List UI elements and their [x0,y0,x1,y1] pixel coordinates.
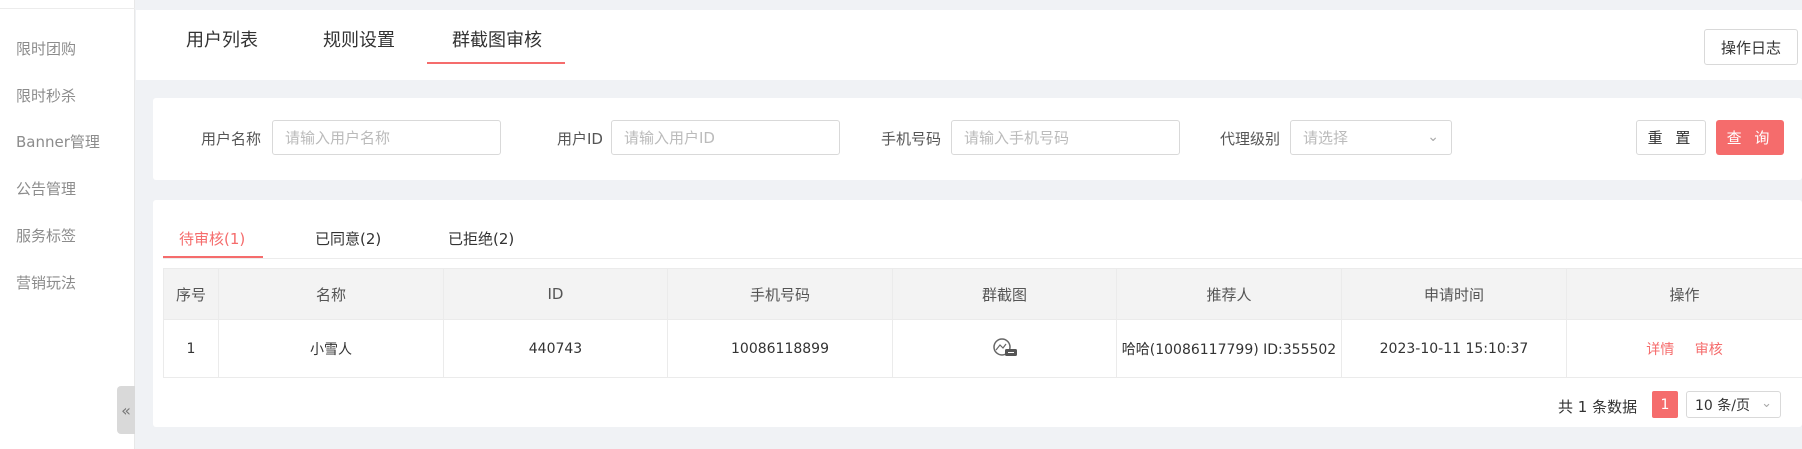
review-table-panel: 待审核(1) 已同意(2) 已拒绝(2) 序号 名称 ID 手机号码 群截图 推… [153,200,1802,427]
header-name: 名称 [218,268,444,320]
collapse-sidebar-icon[interactable]: « [117,386,135,434]
agent-level-select[interactable]: 请选择 ⌄ [1290,120,1452,155]
table-header-row: 序号 名称 ID 手机号码 群截图 推荐人 申请时间 操作 [163,268,1802,320]
table-row: 1 小雪人 440743 10086118899 哈哈(10086117799)… [163,319,1802,378]
filter-panel: 用户名称 请输入用户名称 用户ID 请输入用户ID 手机号码 请输入手机号码 代… [153,98,1802,180]
review-link[interactable]: 审核 [1695,342,1723,358]
header-index: 序号 [163,268,219,320]
chevron-down-icon: ⌄ [1427,129,1439,145]
sidebar-item-group-buy[interactable]: 限时团购 [16,38,76,59]
header-id: ID [443,268,668,320]
header-actions: 操作 [1566,268,1802,320]
header-phone: 手机号码 [667,268,893,320]
divider [163,258,1802,259]
tab-approved[interactable]: 已同意(2) [315,228,381,249]
user-id-label: 用户ID [557,130,603,148]
tab-rejected[interactable]: 已拒绝(2) [448,228,514,249]
sidebar-item-notice[interactable]: 公告管理 [16,178,76,199]
page-size-select[interactable]: 10 条/页 ⌄ [1686,391,1781,418]
sidebar: 限时团购 限时秒杀 Banner管理 公告管理 服务标签 营销玩法 « [0,0,135,449]
phone-label: 手机号码 [881,130,942,148]
header-apply-time: 申请时间 [1341,268,1567,320]
tab-user-list[interactable]: 用户列表 [186,26,258,52]
divider [0,8,135,9]
phone-input[interactable]: 请输入手机号码 [951,120,1180,155]
sidebar-item-service-tags[interactable]: 服务标签 [16,225,76,246]
image-thumbnail-icon[interactable] [991,336,1019,358]
sidebar-item-marketing[interactable]: 营销玩法 [16,272,76,293]
tab-screenshot-review[interactable]: 群截图审核 [452,26,542,52]
cell-screenshot [892,319,1117,378]
query-button[interactable]: 查 询 [1716,120,1784,155]
header-screenshot: 群截图 [892,268,1117,320]
cell-index: 1 [163,319,219,378]
operation-log-button[interactable]: 操作日志 [1704,29,1798,65]
tab-pending[interactable]: 待审核(1) [179,228,245,249]
user-id-input[interactable]: 请输入用户ID [611,120,840,155]
tab-rule-settings[interactable]: 规则设置 [323,26,395,52]
cell-id: 440743 [443,319,668,378]
sidebar-item-flash-sale[interactable]: 限时秒杀 [16,85,76,106]
cell-apply-time: 2023-10-11 15:10:37 [1341,319,1567,378]
top-tab-bar: 用户列表 规则设置 群截图审核 操作日志 [136,10,1802,80]
detail-link[interactable]: 详情 [1646,342,1674,358]
cell-phone: 10086118899 [667,319,893,378]
pagination-total: 共 1 条数据 [1558,398,1638,416]
cell-name: 小雪人 [218,319,444,378]
user-name-label: 用户名称 [201,130,262,148]
sidebar-item-banner[interactable]: Banner管理 [16,131,100,152]
cell-referrer: 哈哈(10086117799) ID:355502 [1116,319,1342,378]
review-table: 序号 名称 ID 手机号码 群截图 推荐人 申请时间 操作 1 小雪人 4407… [163,268,1802,378]
chevron-down-icon: ⌄ [1761,396,1772,411]
page-number-button[interactable]: 1 [1652,391,1678,418]
active-tab-indicator [427,62,565,64]
user-name-input[interactable]: 请输入用户名称 [272,120,501,155]
reset-button[interactable]: 重 置 [1636,120,1706,155]
page-size-value: 10 条/页 [1695,397,1750,414]
agent-level-placeholder: 请选择 [1303,129,1349,147]
header-referrer: 推荐人 [1116,268,1342,320]
cell-actions: 详情 审核 [1566,319,1802,378]
agent-level-label: 代理级别 [1220,130,1281,148]
